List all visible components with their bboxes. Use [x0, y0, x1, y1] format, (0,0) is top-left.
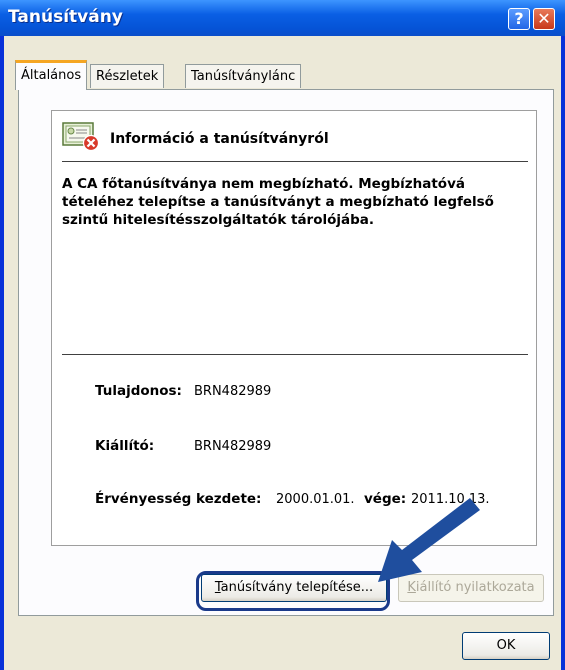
validity-from-value: 2000.01.01. [276, 492, 355, 507]
trust-warning-text: A CA főtanúsítványa nem megbízható. Megb… [62, 176, 494, 228]
owner-value: BRN482989 [194, 384, 272, 399]
tab-general[interactable]: Általános [15, 60, 88, 90]
info-title: Információ a tanúsítványról [110, 131, 329, 147]
tab-details[interactable]: Részletek [90, 64, 165, 88]
certificate-dialog: Tanúsítvány ? ✕ Általános Részletek Tanú… [0, 0, 565, 670]
owner-label: Tulajdonos: [95, 383, 182, 399]
help-button[interactable]: ? [508, 8, 530, 30]
issuer-label: Kiállító: [95, 438, 155, 454]
install-button-highlight [196, 571, 390, 611]
help-icon: ? [514, 9, 524, 28]
divider-middle [62, 354, 528, 355]
certificate-error-icon [62, 122, 100, 151]
tab-certification-path[interactable]: Tanúsítványlánc [185, 64, 302, 88]
close-icon: ✕ [537, 9, 551, 28]
ok-button[interactable]: OK [462, 632, 550, 660]
divider-top [62, 161, 528, 162]
window-title: Tanúsítvány [8, 7, 123, 27]
close-button[interactable]: ✕ [533, 8, 555, 30]
issuer-value: BRN482989 [194, 439, 272, 454]
certificate-info-frame: Információ a tanúsítványról A CA főtanús… [51, 110, 537, 546]
title-bar[interactable]: Tanúsítvány ? ✕ [0, 0, 565, 36]
validity-from-label: Érvényesség kezdete: [95, 491, 262, 507]
pointer-arrow-icon [378, 498, 480, 582]
